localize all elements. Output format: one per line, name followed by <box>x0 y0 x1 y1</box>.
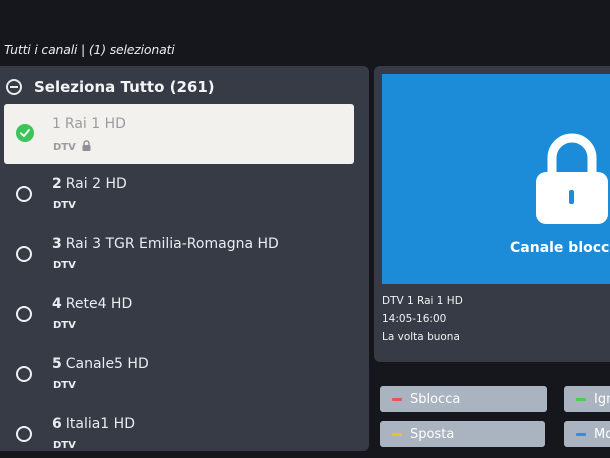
lock-icon <box>532 130 610 230</box>
lock-icon <box>82 140 91 154</box>
channel-name: Canale5 HD <box>65 356 149 372</box>
modify-label: Modifica <box>594 426 610 442</box>
channel-type: DTV <box>53 440 76 451</box>
channel-info: DTV 1 Rai 1 HD <box>382 295 463 307</box>
unlock-label: Sblocca <box>410 391 461 407</box>
channel-name: Rai 1 HD <box>64 116 126 132</box>
radio-icon <box>16 366 32 382</box>
channel-name: Rai 2 HD <box>65 176 127 192</box>
yellow-key-icon <box>392 432 402 436</box>
unlock-button[interactable]: Sblocca <box>380 386 547 412</box>
radio-icon <box>16 426 32 442</box>
modify-button[interactable]: Modifica <box>564 421 610 447</box>
ignore-button[interactable]: Ignora <box>564 386 610 412</box>
channel-row-1[interactable]: 1 Rai 1 HD DTV <box>4 104 354 164</box>
channel-name: Rai 3 TGR Emilia-Romagna HD <box>65 236 279 252</box>
channel-preview: Canale bloccato <box>382 74 610 284</box>
move-button[interactable]: Sposta <box>380 421 545 447</box>
channel-row-6[interactable]: 6 Italia1 HD DTV <box>4 404 354 451</box>
channel-type: DTV <box>53 380 76 391</box>
channel-row-4[interactable]: 4 Rete4 HD DTV <box>4 284 354 344</box>
select-all-button[interactable]: Seleziona Tutto (261) <box>6 78 215 96</box>
channel-type: DTV <box>53 200 76 211</box>
channel-row-3[interactable]: 3 Rai 3 TGR Emilia-Romagna HD DTV <box>4 224 354 284</box>
minus-circle-icon <box>6 79 22 95</box>
channel-name: Rete4 HD <box>65 296 133 312</box>
radio-icon <box>16 246 32 262</box>
radio-icon <box>16 306 32 322</box>
blue-key-icon <box>576 432 586 436</box>
program-time: 14:05-16:00 <box>382 313 447 325</box>
channel-number: 6 <box>52 416 62 432</box>
channel-row-2[interactable]: 2 Rai 2 HD DTV <box>4 164 354 224</box>
ignore-label: Ignora <box>594 391 610 407</box>
channel-name: Italia1 HD <box>65 416 135 432</box>
program-title: La volta buona <box>382 331 460 343</box>
green-key-icon <box>576 397 586 401</box>
channel-type: DTV <box>53 260 76 271</box>
select-all-label: Seleziona Tutto (261) <box>34 78 215 96</box>
channel-number: 1 <box>52 116 61 132</box>
channel-number: 4 <box>52 296 62 312</box>
radio-icon <box>16 186 32 202</box>
checkmark-icon <box>16 124 34 142</box>
channel-number: 3 <box>52 236 62 252</box>
red-key-icon <box>392 397 402 401</box>
blocked-label: Canale bloccato <box>510 240 610 256</box>
channel-type: DTV <box>53 141 76 153</box>
channel-list-panel: Seleziona Tutto (261) 1 Rai 1 HD DTV 2 Rai… <box>0 66 369 451</box>
page-header: Tutti i canali | (1) selezionati <box>4 42 175 57</box>
channel-type: DTV <box>53 320 76 331</box>
channel-info-panel: Canale bloccato DTV 1 Rai 1 HD 14:05-16:… <box>374 66 610 362</box>
channel-number: 2 <box>52 176 62 192</box>
move-label: Sposta <box>410 426 455 442</box>
channel-row-5[interactable]: 5 Canale5 HD DTV <box>4 344 354 404</box>
channel-number: 5 <box>52 356 62 372</box>
